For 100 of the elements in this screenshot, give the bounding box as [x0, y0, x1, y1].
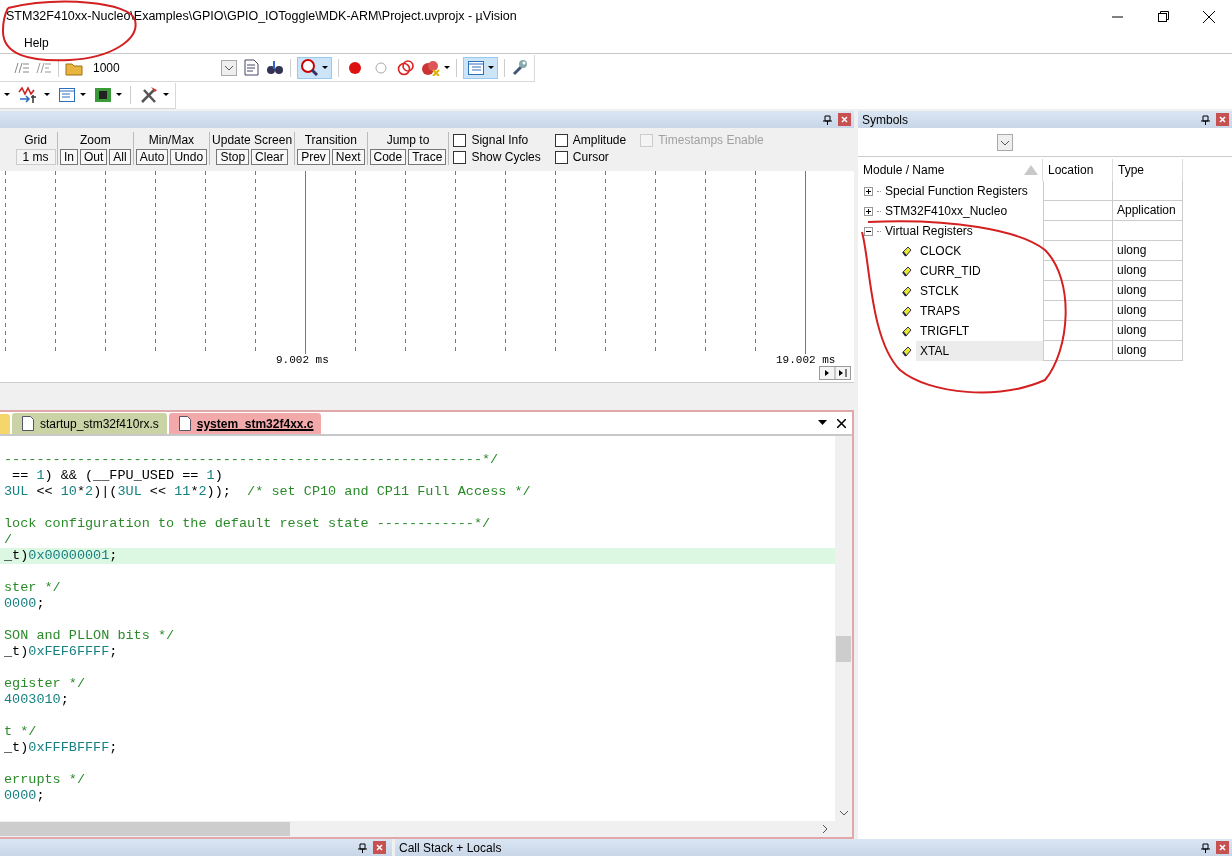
- breakpoint-icon[interactable]: [348, 60, 362, 75]
- code-line: lock configuration to the default reset state ------------*/: [3, 516, 492, 532]
- toolbar-button[interactable]: Clear: [251, 149, 288, 165]
- code-line: egister */: [3, 676, 86, 692]
- window-button[interactable]: [463, 56, 498, 79]
- toolbar-button[interactable]: Undo: [170, 149, 208, 165]
- list-icon[interactable]: [14, 60, 30, 75]
- table-cell: [1043, 241, 1113, 261]
- dropdown-icon[interactable]: [997, 133, 1013, 151]
- table-cell: ulong: [1113, 261, 1183, 281]
- table-cell: [1043, 221, 1113, 241]
- table-cell: [1043, 301, 1113, 321]
- caret-icon[interactable]: [116, 93, 122, 97]
- code-line: errupts */: [3, 772, 86, 788]
- tree-item[interactable]: TRIGFLT: [916, 321, 1043, 341]
- caret-icon[interactable]: [4, 93, 10, 97]
- breakpoints-icon[interactable]: [421, 59, 441, 76]
- code-line: ster */: [3, 580, 62, 596]
- code-line: SON and PLLON bits */: [3, 628, 176, 644]
- table-cell: [1113, 221, 1183, 241]
- group-label: Transition: [304, 132, 357, 149]
- table-cell: ulong: [1113, 241, 1183, 261]
- expander-icon[interactable]: [864, 186, 873, 196]
- column-header[interactable]: Location: [1043, 159, 1113, 181]
- scrollbar-thumb[interactable]: [0, 822, 290, 836]
- circles-icon[interactable]: [397, 59, 415, 76]
- toolbar-button[interactable]: All: [109, 149, 131, 165]
- column-header[interactable]: Type: [1113, 159, 1183, 181]
- variable-icon: [902, 325, 912, 337]
- time-label: 19.002 ms: [776, 353, 836, 368]
- group-label: Grid: [24, 132, 47, 149]
- restore-icon[interactable]: [1157, 11, 1169, 22]
- scroll-right-icon[interactable]: [820, 824, 830, 834]
- tree-item[interactable]: Virtual Registers: [885, 221, 973, 241]
- tree-item[interactable]: STCLK: [916, 281, 1043, 301]
- menu-item[interactable]: Help: [18, 34, 55, 52]
- checkbox[interactable]: [554, 133, 568, 147]
- caret-icon[interactable]: [163, 93, 169, 97]
- file-icon: [22, 416, 34, 431]
- group-label: Jump to: [386, 132, 430, 149]
- binoculars-icon[interactable]: [266, 59, 284, 76]
- tree-item[interactable]: CURR_TID: [916, 261, 1043, 281]
- editor-tab[interactable]: system_stm32f4xx.c: [168, 413, 322, 434]
- variable-icon: [902, 265, 912, 277]
- pin-icon[interactable]: [822, 114, 832, 125]
- toolbar-button[interactable]: Auto: [135, 149, 169, 165]
- document-icon[interactable]: [243, 59, 260, 76]
- toolbar-button[interactable]: Trace: [408, 149, 447, 165]
- close-icon[interactable]: [837, 418, 846, 428]
- file-icon: [178, 416, 191, 431]
- vertical-scrollbar[interactable]: [835, 436, 852, 821]
- expander-icon[interactable]: [864, 226, 873, 236]
- table-cell: ulong: [1113, 341, 1183, 361]
- dropdown-icon[interactable]: [818, 420, 827, 426]
- tree-item[interactable]: XTAL: [916, 341, 1043, 361]
- toolbar-button[interactable]: Code: [369, 149, 407, 165]
- code-line: 4003010;: [3, 692, 70, 708]
- code-line: -----------------------------------------------------------*/: [3, 452, 500, 468]
- scroll-end-button[interactable]: [819, 366, 851, 380]
- toolbar-button[interactable]: Prev: [297, 149, 330, 165]
- table-cell: [1043, 181, 1113, 201]
- caret-icon: [488, 65, 494, 70]
- pin-icon[interactable]: [1200, 114, 1210, 125]
- group-label: Update Screen: [212, 132, 293, 149]
- checkbox[interactable]: [453, 150, 467, 164]
- code-line: == 1) && (__FPU_USED == 1): [11, 468, 224, 484]
- table-cell: [1043, 341, 1113, 361]
- pin-icon[interactable]: [357, 842, 367, 853]
- table-cell: [1043, 201, 1113, 221]
- toolbar-button[interactable]: In: [60, 149, 78, 165]
- scrollbar-thumb[interactable]: [836, 636, 851, 662]
- tree-item[interactable]: TRAPS: [916, 301, 1043, 321]
- window-icon[interactable]: [58, 87, 76, 103]
- toolbar-button[interactable]: Next: [331, 149, 365, 165]
- caret-icon[interactable]: [80, 93, 86, 97]
- checkbox[interactable]: [554, 150, 568, 164]
- expander-icon[interactable]: [864, 206, 873, 216]
- list-icon[interactable]: [36, 60, 52, 75]
- checkbox[interactable]: [453, 133, 467, 147]
- code-line: _t)0xFFFBFFFF;: [3, 740, 119, 756]
- window-icon: [467, 59, 485, 76]
- checkbox-label: Timestamps Enable: [658, 132, 764, 149]
- column-header[interactable]: Module / Name: [858, 159, 1043, 181]
- toolbar-button[interactable]: Out: [80, 149, 108, 165]
- tools-icon[interactable]: [139, 86, 159, 104]
- editor-tab[interactable]: startup_stm32f410rx.s: [12, 413, 167, 434]
- tree-item[interactable]: STM32F410xx_Nucleo: [885, 201, 1008, 221]
- settings-icon[interactable]: [511, 59, 528, 76]
- tree-item[interactable]: CLOCK: [916, 241, 1043, 261]
- dropdown-icon[interactable]: [221, 59, 237, 76]
- close-icon[interactable]: [1203, 10, 1215, 23]
- caret-icon[interactable]: [44, 93, 50, 97]
- caret-icon[interactable]: [444, 65, 450, 70]
- toolbar-button[interactable]: Stop: [216, 149, 250, 165]
- search-button[interactable]: [297, 56, 332, 79]
- code-line: 0000;: [3, 596, 46, 612]
- group-label: Min/Max: [148, 132, 195, 149]
- pin-icon[interactable]: [1200, 842, 1210, 853]
- tree-item[interactable]: Special Function Registers: [885, 181, 1028, 201]
- chip-icon[interactable]: [94, 87, 112, 103]
